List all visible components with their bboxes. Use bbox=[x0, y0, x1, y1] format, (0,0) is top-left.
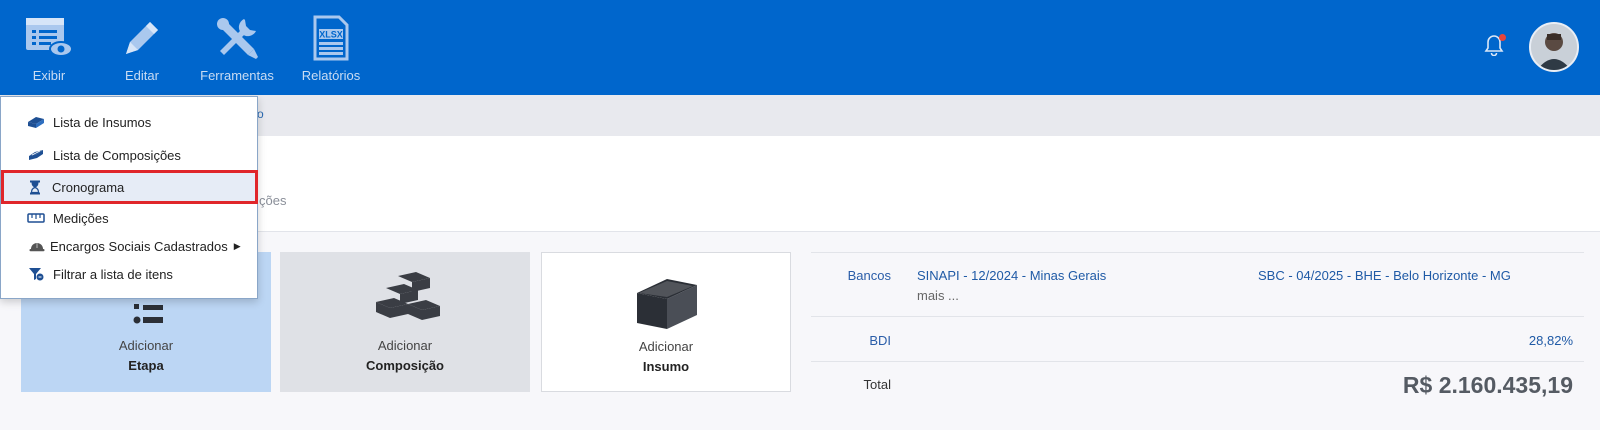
insumo-block-icon bbox=[637, 279, 697, 329]
toolbar-relatorios-label: Relatórios bbox=[301, 68, 361, 83]
xlsx-file-icon: XLSX bbox=[313, 15, 349, 61]
user-avatar[interactable] bbox=[1529, 22, 1579, 72]
toolbar-exibir-button[interactable]: Exibir bbox=[4, 14, 94, 83]
add-insumo-card[interactable]: Adicionar Insumo bbox=[541, 252, 791, 392]
hourglass-icon bbox=[30, 180, 40, 194]
add-composicao-line2: Composição bbox=[365, 358, 444, 373]
banco-sinapi-link[interactable]: SINAPI - 12/2024 - Minas Gerais bbox=[917, 268, 1106, 283]
add-insumo-line1: Adicionar bbox=[638, 339, 694, 354]
add-composicao-card[interactable]: Adicionar Composição bbox=[280, 252, 530, 392]
top-toolbar: Exibir Editar Ferramentas XLSX Relatório… bbox=[0, 0, 1600, 95]
tab-fragment[interactable]: ções bbox=[259, 193, 286, 208]
avatar-photo-icon bbox=[1531, 24, 1577, 70]
menu-item-cronograma[interactable]: Cronograma bbox=[1, 170, 258, 204]
menu-item-label: Medições bbox=[53, 210, 109, 226]
info-divider-mid bbox=[811, 316, 1584, 317]
menu-item-medicoes[interactable]: Medições bbox=[2, 203, 256, 233]
filter-icon bbox=[29, 268, 44, 281]
submenu-arrow-icon: ▶ bbox=[233, 240, 241, 251]
tools-icon bbox=[217, 18, 258, 59]
bdi-label: BDI bbox=[869, 333, 891, 348]
exibir-dropdown-menu: Lista de Insumos Lista de Composições Cr… bbox=[0, 96, 258, 299]
hard-hat-icon bbox=[29, 243, 45, 252]
exibir-icon bbox=[26, 18, 73, 57]
xlsx-label: XLSX bbox=[319, 30, 343, 40]
add-composicao-line1: Adicionar bbox=[377, 338, 433, 353]
toolbar-ferramentas-label: Ferramentas bbox=[200, 68, 274, 83]
add-etapa-line1: Adicionar bbox=[118, 338, 174, 353]
menu-item-label: Encargos Sociais Cadastrados bbox=[50, 238, 228, 254]
total-label: Total bbox=[863, 377, 891, 392]
bancos-mais-link[interactable]: mais ... bbox=[917, 288, 959, 303]
toolbar-editar-label: Editar bbox=[125, 68, 159, 83]
pencil-icon bbox=[126, 22, 158, 54]
info-divider-top bbox=[811, 252, 1584, 253]
menu-item-filtrar-itens[interactable]: Filtrar a lista de itens bbox=[2, 259, 256, 289]
menu-item-encargos-sociais[interactable]: Encargos Sociais Cadastrados ▶ bbox=[2, 231, 256, 261]
bancos-label: Bancos bbox=[847, 268, 891, 283]
breadcrumb-fragment[interactable]: o bbox=[257, 107, 264, 121]
info-divider-bottom bbox=[811, 361, 1584, 362]
bdi-value[interactable]: 28,82% bbox=[1400, 333, 1573, 348]
total-value: R$ 2.160.435,19 bbox=[1402, 372, 1573, 398]
menu-item-label: Filtrar a lista de itens bbox=[53, 266, 173, 282]
banco-sbc-link[interactable]: SBC - 04/2025 - BHE - Belo Horizonte - M… bbox=[1258, 268, 1511, 283]
add-insumo-line2: Insumo bbox=[642, 359, 690, 374]
toolbar-ferramentas-button[interactable]: Ferramentas bbox=[192, 14, 282, 83]
bricks-icon bbox=[376, 272, 440, 320]
ruler-icon bbox=[27, 213, 45, 223]
notification-dot bbox=[1499, 34, 1506, 41]
eraser-block-icon bbox=[28, 117, 44, 128]
menu-item-label: Lista de Composições bbox=[53, 147, 181, 163]
bricks-small-icon bbox=[29, 150, 43, 160]
menu-item-label: Cronograma bbox=[52, 179, 125, 195]
toolbar-exibir-label: Exibir bbox=[32, 68, 66, 83]
menu-item-label: Lista de Insumos bbox=[53, 114, 152, 130]
toolbar-relatorios-button[interactable]: XLSX Relatórios bbox=[286, 14, 376, 83]
toolbar-editar-button[interactable]: Editar bbox=[97, 14, 187, 83]
notifications-button[interactable] bbox=[1484, 34, 1506, 58]
add-etapa-line2: Etapa bbox=[128, 358, 164, 373]
menu-item-lista-insumos[interactable]: Lista de Insumos bbox=[2, 107, 256, 137]
menu-item-lista-composicoes[interactable]: Lista de Composições bbox=[2, 140, 256, 170]
